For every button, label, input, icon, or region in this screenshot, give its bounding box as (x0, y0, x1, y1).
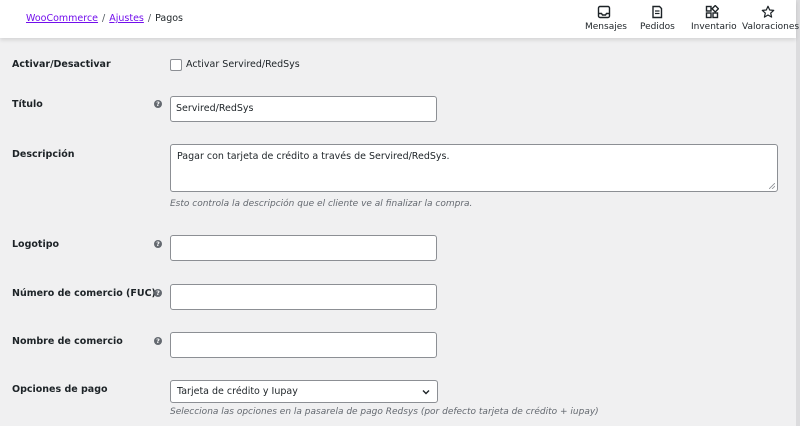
breadcrumb: WooCommerce / Ajustes / Pagos (26, 13, 183, 24)
breadcrumb-separator: / (147, 13, 152, 24)
title-input[interactable]: Servired/RedSys (170, 96, 437, 122)
valoraciones-label: Valoraciones (742, 22, 800, 32)
logo-input[interactable] (170, 235, 437, 261)
orders-icon (652, 5, 663, 19)
payment-options-label: Opciones de pago (12, 384, 108, 395)
help-icon[interactable]: ? (154, 289, 162, 297)
mensajes-label: Mensajes (585, 22, 627, 32)
pedidos-label: Pedidos (640, 22, 675, 32)
description-value: Pagar con tarjeta de crédito a través de… (177, 151, 450, 162)
enable-checkbox[interactable] (170, 59, 182, 71)
description-help-text: Esto controla la descripción que el clie… (170, 199, 473, 209)
scrollbar[interactable] (796, 0, 800, 426)
help-icon[interactable]: ? (154, 240, 162, 248)
enable-checkbox-label[interactable]: Activar Servired/RedSys (186, 59, 300, 70)
help-icon[interactable]: ? (154, 337, 162, 345)
enable-label: Activar/Desactivar (12, 59, 111, 70)
merchant-name-input[interactable] (170, 332, 437, 358)
valoraciones-button[interactable]: Valoraciones (742, 5, 799, 32)
inventario-button[interactable]: Inventario (691, 5, 737, 32)
inventario-label: Inventario (691, 22, 737, 32)
resize-grip-icon[interactable] (769, 183, 775, 189)
title-label: Título (12, 99, 43, 110)
merchant-code-label: Número de comercio (FUC) (12, 288, 156, 299)
top-header: WooCommerce / Ajustes / Pagos Mensajes Pedid… (0, 0, 799, 38)
chevron-down-icon (422, 390, 430, 395)
star-icon (761, 5, 775, 18)
payment-options-select[interactable]: Tarjeta de crédito y Iupay (170, 380, 438, 403)
merchant-code-input[interactable] (170, 284, 437, 310)
inbox-icon (597, 5, 611, 19)
breadcrumb-woocommerce-link[interactable]: WooCommerce (26, 13, 98, 24)
payment-options-help-text: Selecciona las opciones en la pasarela d… (170, 407, 599, 417)
breadcrumb-current: Pagos (155, 13, 183, 24)
logo-label: Logotipo (12, 239, 60, 250)
mensajes-button[interactable]: Mensajes (585, 5, 627, 32)
redsys-settings-form: Activar/Desactivar Activar Servired/RedS… (0, 38, 796, 426)
merchant-name-label: Nombre de comercio (12, 336, 123, 347)
help-icon[interactable]: ? (154, 100, 162, 108)
breadcrumb-separator: / (102, 13, 106, 24)
inventory-icon (705, 5, 719, 19)
description-textarea[interactable]: Pagar con tarjeta de crédito a través de… (170, 144, 778, 192)
breadcrumb-ajustes-link[interactable]: Ajustes (109, 13, 144, 24)
payment-options-selected: Tarjeta de crédito y Iupay (177, 386, 298, 397)
description-label: Descripción (12, 149, 75, 160)
pedidos-button[interactable]: Pedidos (640, 5, 675, 32)
